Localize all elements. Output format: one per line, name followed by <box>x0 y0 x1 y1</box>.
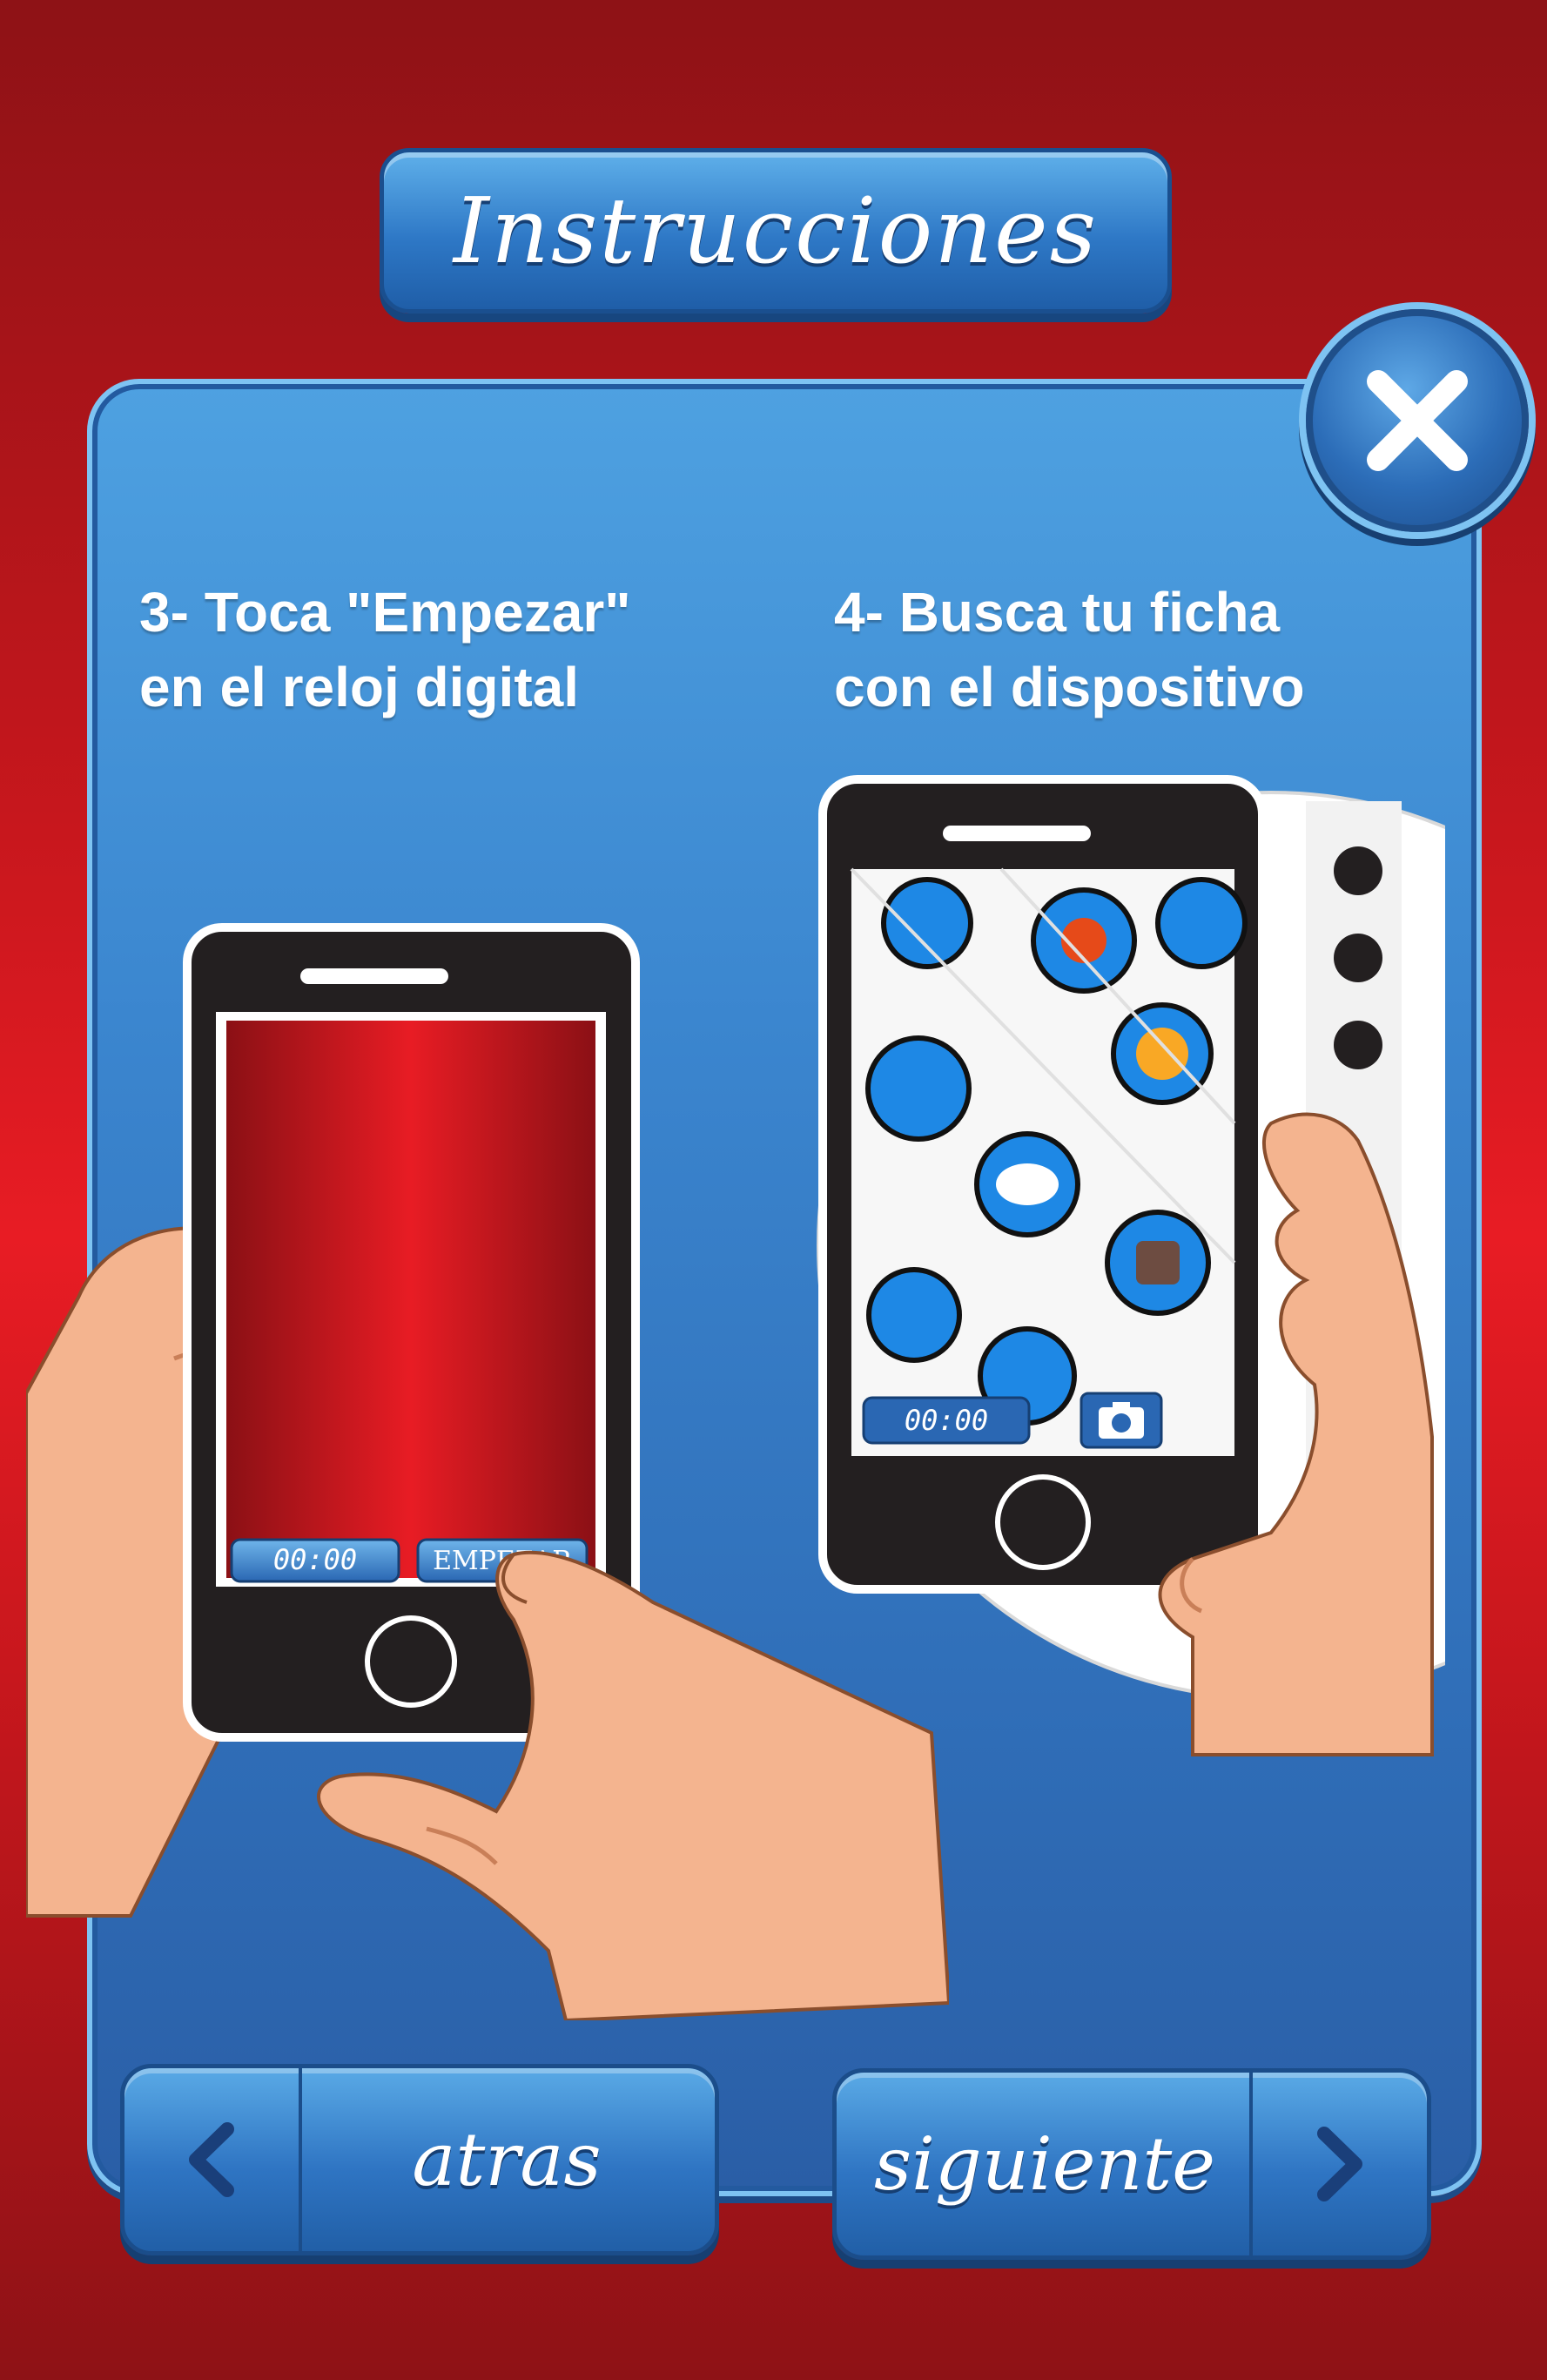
step-4-line-1: 4- Busca tu ficha <box>834 581 1281 644</box>
camera-button[interactable] <box>1080 1392 1163 1449</box>
close-icon <box>1367 370 1468 471</box>
step-3-text: 3- Toca "Empezar" en el reloj digital <box>139 575 801 725</box>
step-4-line-2: con el dispositivo <box>834 656 1305 718</box>
back-button[interactable]: atras <box>120 2064 719 2255</box>
next-arrow <box>1249 2073 1427 2255</box>
left-home-button <box>365 1615 457 1708</box>
next-label: siguiente <box>874 2121 1215 2207</box>
title-banner: Instrucciones <box>380 148 1172 314</box>
right-timer-text: 00:00 <box>905 1404 988 1437</box>
step-3-line-1: 3- Toca "Empezar" <box>139 581 631 644</box>
back-arrow <box>124 2068 302 2251</box>
left-timer-text: 00:00 <box>273 1543 357 1576</box>
page-title: Instrucciones <box>453 178 1099 284</box>
step-3-line-2: en el reloj digital <box>139 656 579 718</box>
back-label: atras <box>412 2117 602 2202</box>
chevron-right-icon <box>1317 2127 1362 2201</box>
camera-icon <box>1099 1402 1144 1439</box>
right-home-button <box>995 1474 1091 1570</box>
next-button[interactable]: siguiente <box>832 2068 1431 2260</box>
step-4-text: 4- Busca tu ficha con el dispositivo <box>834 575 1461 725</box>
illustration-scan-token: 00:00 <box>817 775 1445 1756</box>
close-button[interactable] <box>1306 309 1529 532</box>
chevron-left-icon <box>189 2122 234 2197</box>
